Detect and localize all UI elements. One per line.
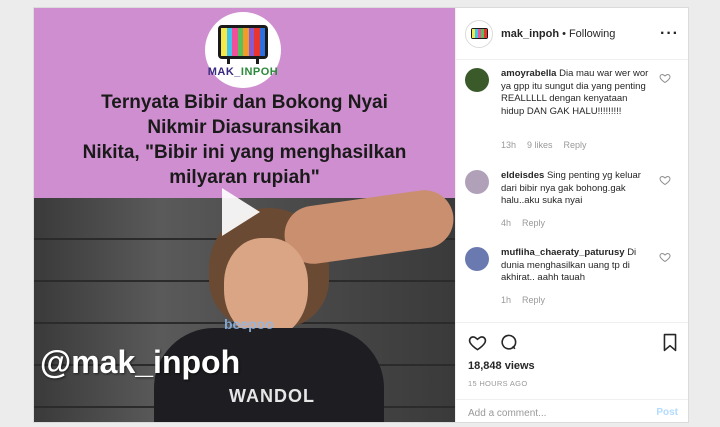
heart-icon[interactable] bbox=[468, 333, 487, 352]
tv-logo-icon bbox=[218, 25, 268, 59]
mak-inpoh-logo: MAK_INPOH bbox=[205, 12, 281, 88]
comment-likes[interactable]: 9 likes bbox=[527, 140, 553, 150]
comment-username[interactable]: mufliha_chaeraty_paturusy bbox=[501, 247, 625, 258]
comment-username[interactable]: eldeisdes bbox=[501, 170, 544, 181]
reply-button[interactable]: Reply bbox=[522, 218, 545, 228]
post-header: mak_inpoh • Following ··· bbox=[456, 8, 688, 60]
add-comment-bar: Post bbox=[456, 399, 688, 422]
play-icon[interactable] bbox=[222, 188, 260, 236]
comment-like-icon[interactable] bbox=[659, 174, 671, 186]
comment-input[interactable] bbox=[468, 403, 638, 422]
post-actions: 18,848 views 15 HOURS AGO Post bbox=[456, 322, 688, 422]
video-player[interactable]: MAK_INPOH Ternyata Bibir dan Bokong Nyai… bbox=[34, 8, 455, 422]
comments-list[interactable]: amoyrabella Dia mau war wer wor ya gpp i… bbox=[456, 60, 688, 322]
comment-meta: 13h 9 likes Reply bbox=[501, 140, 587, 150]
comment-avatar[interactable] bbox=[465, 247, 489, 271]
video-handle-overlay: @mak_inpoh bbox=[40, 344, 241, 380]
post-dialog: MAK_INPOH Ternyata Bibir dan Bokong Nyai… bbox=[33, 7, 689, 423]
reply-button[interactable]: Reply bbox=[564, 140, 587, 150]
comment-meta: 1h Reply bbox=[501, 295, 546, 305]
comment-username[interactable]: amoyrabella bbox=[501, 68, 556, 79]
comment-like-icon[interactable] bbox=[659, 72, 671, 84]
reply-button[interactable]: Reply bbox=[522, 295, 545, 305]
more-options-icon[interactable]: ··· bbox=[660, 25, 679, 43]
watermark: beepoo bbox=[224, 316, 274, 332]
person-arm bbox=[280, 186, 455, 268]
post-sidebar: mak_inpoh • Following ··· amoyrabella Di… bbox=[455, 8, 688, 422]
shirt-text: WANDOL bbox=[229, 386, 315, 406]
view-count[interactable]: 18,848 views bbox=[468, 360, 535, 372]
comment-avatar[interactable] bbox=[465, 170, 489, 194]
post-timestamp[interactable]: 15 HOURS AGO bbox=[468, 379, 527, 388]
follow-status-button[interactable]: Following bbox=[569, 28, 615, 40]
separator-dot: • bbox=[562, 27, 566, 40]
video-headline: Ternyata Bibir dan Bokong Nyai Nikmir Di… bbox=[82, 92, 407, 188]
username-link[interactable]: mak_inpoh bbox=[501, 28, 559, 40]
comment-meta: 4h Reply bbox=[501, 218, 546, 228]
comment-avatar[interactable] bbox=[465, 68, 489, 92]
logo-text: MAK_INPOH bbox=[207, 66, 279, 78]
comment-like-icon[interactable] bbox=[659, 251, 671, 263]
bookmark-icon[interactable] bbox=[662, 333, 678, 352]
comment-icon[interactable] bbox=[499, 333, 518, 352]
headline-banner: MAK_INPOH Ternyata Bibir dan Bokong Nyai… bbox=[34, 8, 455, 198]
avatar[interactable] bbox=[465, 19, 493, 48]
post-comment-button[interactable]: Post bbox=[656, 407, 678, 418]
